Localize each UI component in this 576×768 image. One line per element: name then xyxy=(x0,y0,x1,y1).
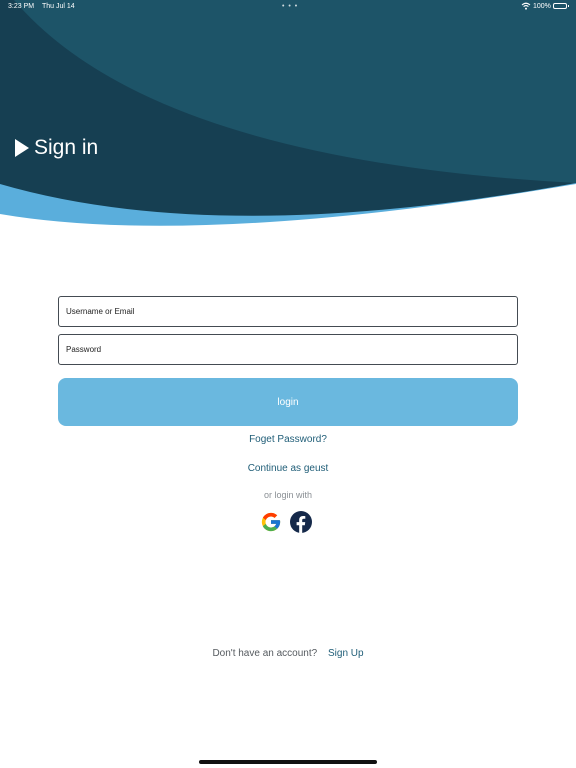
battery-icon xyxy=(553,3,569,9)
multitasking-dots[interactable]: • • • xyxy=(282,3,298,10)
play-icon xyxy=(15,139,29,157)
status-bar: 3:23 PM Thu Jul 14 • • • 100% xyxy=(0,0,576,14)
forgot-password-link[interactable]: Foget Password? xyxy=(0,434,576,445)
status-time: 3:23 PM xyxy=(8,3,35,10)
sign-up-link[interactable]: Sign Up xyxy=(328,648,364,659)
continue-as-guest-link[interactable]: Continue as geust xyxy=(0,463,576,474)
facebook-icon[interactable] xyxy=(290,511,312,533)
password-input[interactable] xyxy=(58,334,518,365)
signup-row: Don't have an account? Sign Up xyxy=(0,648,576,659)
username-input[interactable] xyxy=(58,296,518,327)
battery-percentage: 100% xyxy=(533,3,551,10)
wifi-icon xyxy=(521,2,531,10)
header-title-row: Sign in xyxy=(14,135,98,161)
header-background xyxy=(0,0,576,226)
status-date: Thu Jul 14 xyxy=(42,3,75,10)
signup-prompt: Don't have an account? xyxy=(212,648,318,659)
home-indicator[interactable] xyxy=(199,760,377,764)
page-title: Sign in xyxy=(34,136,99,159)
or-login-with-label: or login with xyxy=(263,490,313,500)
login-button[interactable]: login xyxy=(58,378,518,426)
google-icon[interactable] xyxy=(260,511,282,533)
